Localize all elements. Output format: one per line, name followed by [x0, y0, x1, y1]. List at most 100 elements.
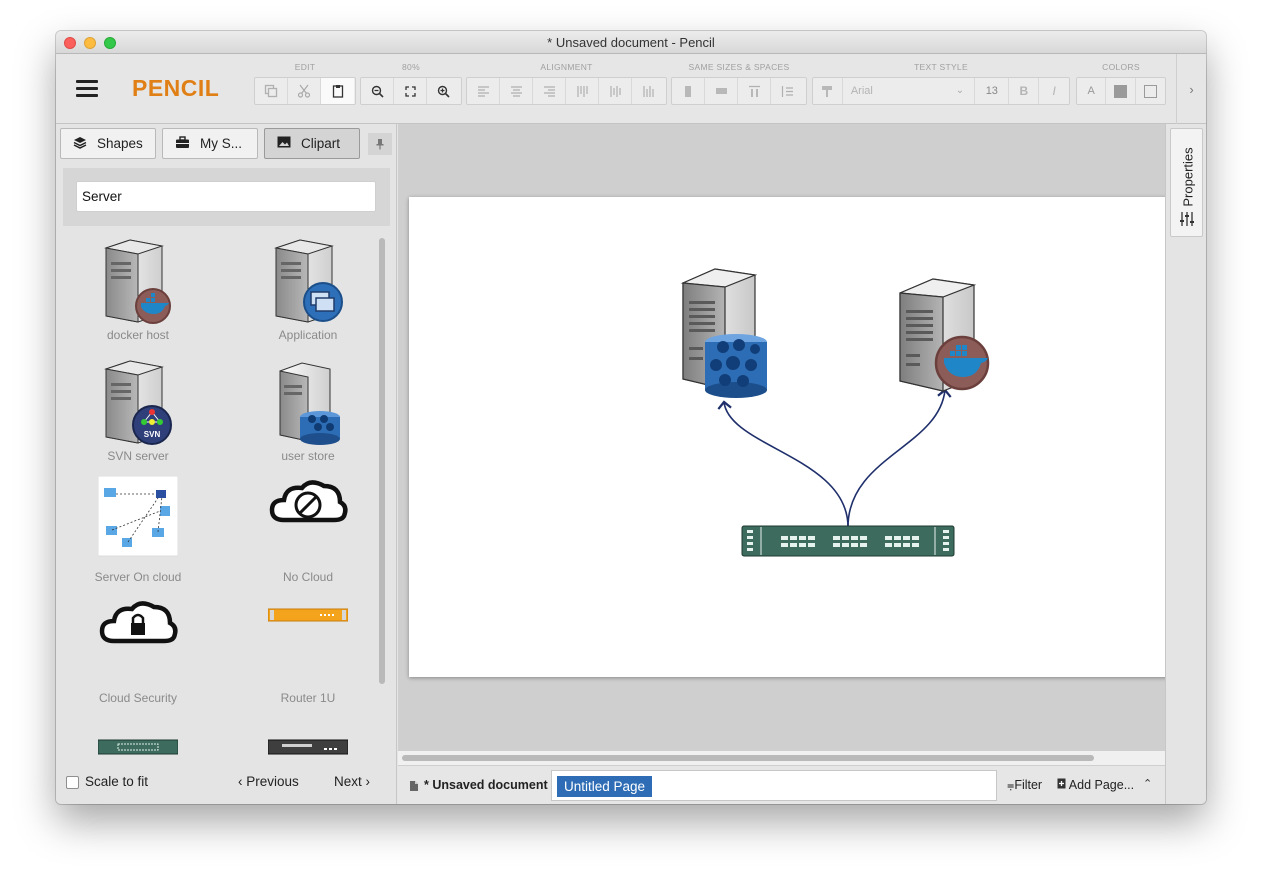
filter-button[interactable]: ⩦Filter [1007, 778, 1042, 793]
shapes-grid: docker host Application SVN SVN server u… [63, 234, 373, 761]
space-vertical-icon[interactable] [771, 78, 804, 104]
fit-screen-icon[interactable] [394, 78, 427, 104]
document-name[interactable]: * Unsaved document [424, 778, 548, 792]
paste-icon[interactable] [321, 78, 354, 104]
shape-label: user store [281, 449, 335, 463]
layers-icon [73, 136, 87, 152]
shape-switch-dark[interactable] [233, 718, 373, 761]
shape-label: SVN server [107, 449, 169, 463]
connector-line-right[interactable] [847, 388, 952, 528]
page-tabs-strip: Untitled Page [551, 770, 997, 801]
previous-button[interactable]: ‹ Previous [238, 774, 299, 789]
title-bar: * Unsaved document - Pencil [56, 31, 1206, 54]
page-bar: * Unsaved document Untitled Page ⩦Filter… [398, 765, 1165, 804]
application-server-icon [274, 239, 343, 323]
canvas-horizontal-scrollbar[interactable] [398, 751, 1165, 765]
properties-tab[interactable]: Properties [1170, 128, 1203, 237]
text-style-group-label: TEXT STYLE [914, 62, 968, 72]
format-painter-icon[interactable] [813, 78, 843, 104]
menu-icon[interactable] [76, 80, 98, 97]
align-left-icon[interactable] [467, 78, 500, 104]
zoom-level: 80% [402, 62, 420, 72]
pin-icon[interactable] [368, 133, 392, 155]
zoom-out-icon[interactable] [361, 78, 394, 104]
shapes-scrollbar-thumb[interactable] [379, 238, 385, 684]
zoom-in-icon[interactable] [427, 78, 460, 104]
same-sizes-group-label: SAME SIZES & SPACES [688, 62, 790, 72]
scale-to-fit-label: Scale to fit [85, 774, 149, 789]
canvas-scrollbar-thumb[interactable] [402, 755, 1094, 761]
diagram-canvas [680, 268, 990, 557]
space-horizontal-icon[interactable] [738, 78, 771, 104]
server-on-cloud-icon [98, 476, 178, 557]
italic-button[interactable]: I [1039, 78, 1069, 104]
font-size-field[interactable]: 13 [975, 78, 1010, 104]
svg-text:SVN: SVN [144, 430, 161, 439]
align-middle-icon[interactable] [599, 78, 632, 104]
chevron-left-icon: ‹ [238, 774, 247, 789]
fill-color-icon[interactable] [1106, 78, 1136, 104]
next-button[interactable]: Next › [334, 774, 370, 789]
text-color-button[interactable]: A [1077, 78, 1107, 104]
chevron-down-icon: ⌄ [955, 85, 965, 96]
tab-clipart[interactable]: Clipart [264, 128, 360, 159]
toolbar-more-chevron-icon[interactable]: › [1176, 54, 1206, 124]
switch-icon [98, 739, 178, 755]
align-right-icon[interactable] [533, 78, 566, 104]
tab-shapes[interactable]: Shapes [60, 128, 156, 159]
shape-label: Cloud Security [98, 691, 178, 705]
user-store-icon [279, 362, 340, 445]
search-input[interactable] [76, 181, 376, 212]
shapes-scrollbar[interactable] [378, 234, 387, 761]
drawing-page[interactable] [409, 197, 1165, 677]
same-width-icon[interactable] [672, 78, 705, 104]
border-color-icon[interactable] [1136, 78, 1165, 104]
document-icon [409, 780, 419, 795]
shape-switch-green[interactable] [63, 718, 213, 761]
shape-application[interactable]: Application [233, 234, 373, 352]
chevron-right-icon: › [361, 774, 371, 789]
shape-user-store[interactable]: user store [233, 355, 373, 473]
chevron-up-icon[interactable]: ⌃ [1143, 777, 1152, 790]
tab-my-shapes[interactable]: My S... [162, 128, 258, 159]
align-center-icon[interactable] [500, 78, 533, 104]
filter-label: Filter [1014, 778, 1043, 792]
shape-label: No Cloud [282, 570, 334, 584]
pagination-footer: Scale to fit ‹ Previous Next › [56, 769, 397, 804]
scale-to-fit-checkbox[interactable] [66, 776, 79, 789]
switch-dark-icon [268, 739, 348, 755]
window-title: * Unsaved document - Pencil [547, 35, 715, 50]
tab-clipart-label: Clipart [301, 136, 341, 151]
shape-router-1u[interactable]: Router 1U [233, 597, 373, 715]
font-family-select[interactable]: Arial ⌄ [843, 78, 976, 104]
tab-my-shapes-label: My S... [200, 136, 243, 151]
next-label: Next [334, 774, 362, 789]
shape-docker-host[interactable]: docker host [63, 234, 213, 352]
edit-group-label: EDIT [294, 62, 316, 72]
add-page-button[interactable]: Add Page... [1057, 778, 1134, 792]
shape-cloud-security[interactable]: Cloud Security [63, 597, 213, 715]
add-page-label: Add Page... [1068, 778, 1135, 792]
properties-panel: Properties [1165, 124, 1206, 804]
network-switch-shape[interactable] [741, 525, 955, 557]
user-store-server-shape[interactable] [680, 268, 767, 398]
app-logo: PENCIL [132, 75, 220, 101]
scissors-icon[interactable] [288, 78, 321, 104]
tab-shapes-label: Shapes [97, 136, 143, 151]
shape-no-cloud[interactable]: No Cloud [233, 476, 373, 594]
shape-label: Router 1U [280, 691, 336, 705]
tab-untitled-page[interactable]: Untitled Page [557, 776, 653, 797]
shape-server-on-cloud[interactable]: Server On cloud [63, 476, 213, 594]
align-bottom-icon[interactable] [632, 78, 665, 104]
copy-icon[interactable] [255, 78, 288, 104]
bold-button[interactable]: B [1009, 78, 1040, 104]
properties-label: Properties [1180, 147, 1196, 207]
shape-svn-server[interactable]: SVN SVN server [63, 355, 213, 473]
previous-label: Previous [246, 774, 299, 789]
same-height-icon[interactable] [705, 78, 738, 104]
connector-line-left[interactable] [717, 400, 849, 528]
docker-host-server-shape[interactable] [899, 278, 990, 392]
colors-group-label: COLORS [1102, 62, 1140, 72]
svn-server-icon: SVN [104, 360, 172, 445]
align-top-icon[interactable] [566, 78, 599, 104]
